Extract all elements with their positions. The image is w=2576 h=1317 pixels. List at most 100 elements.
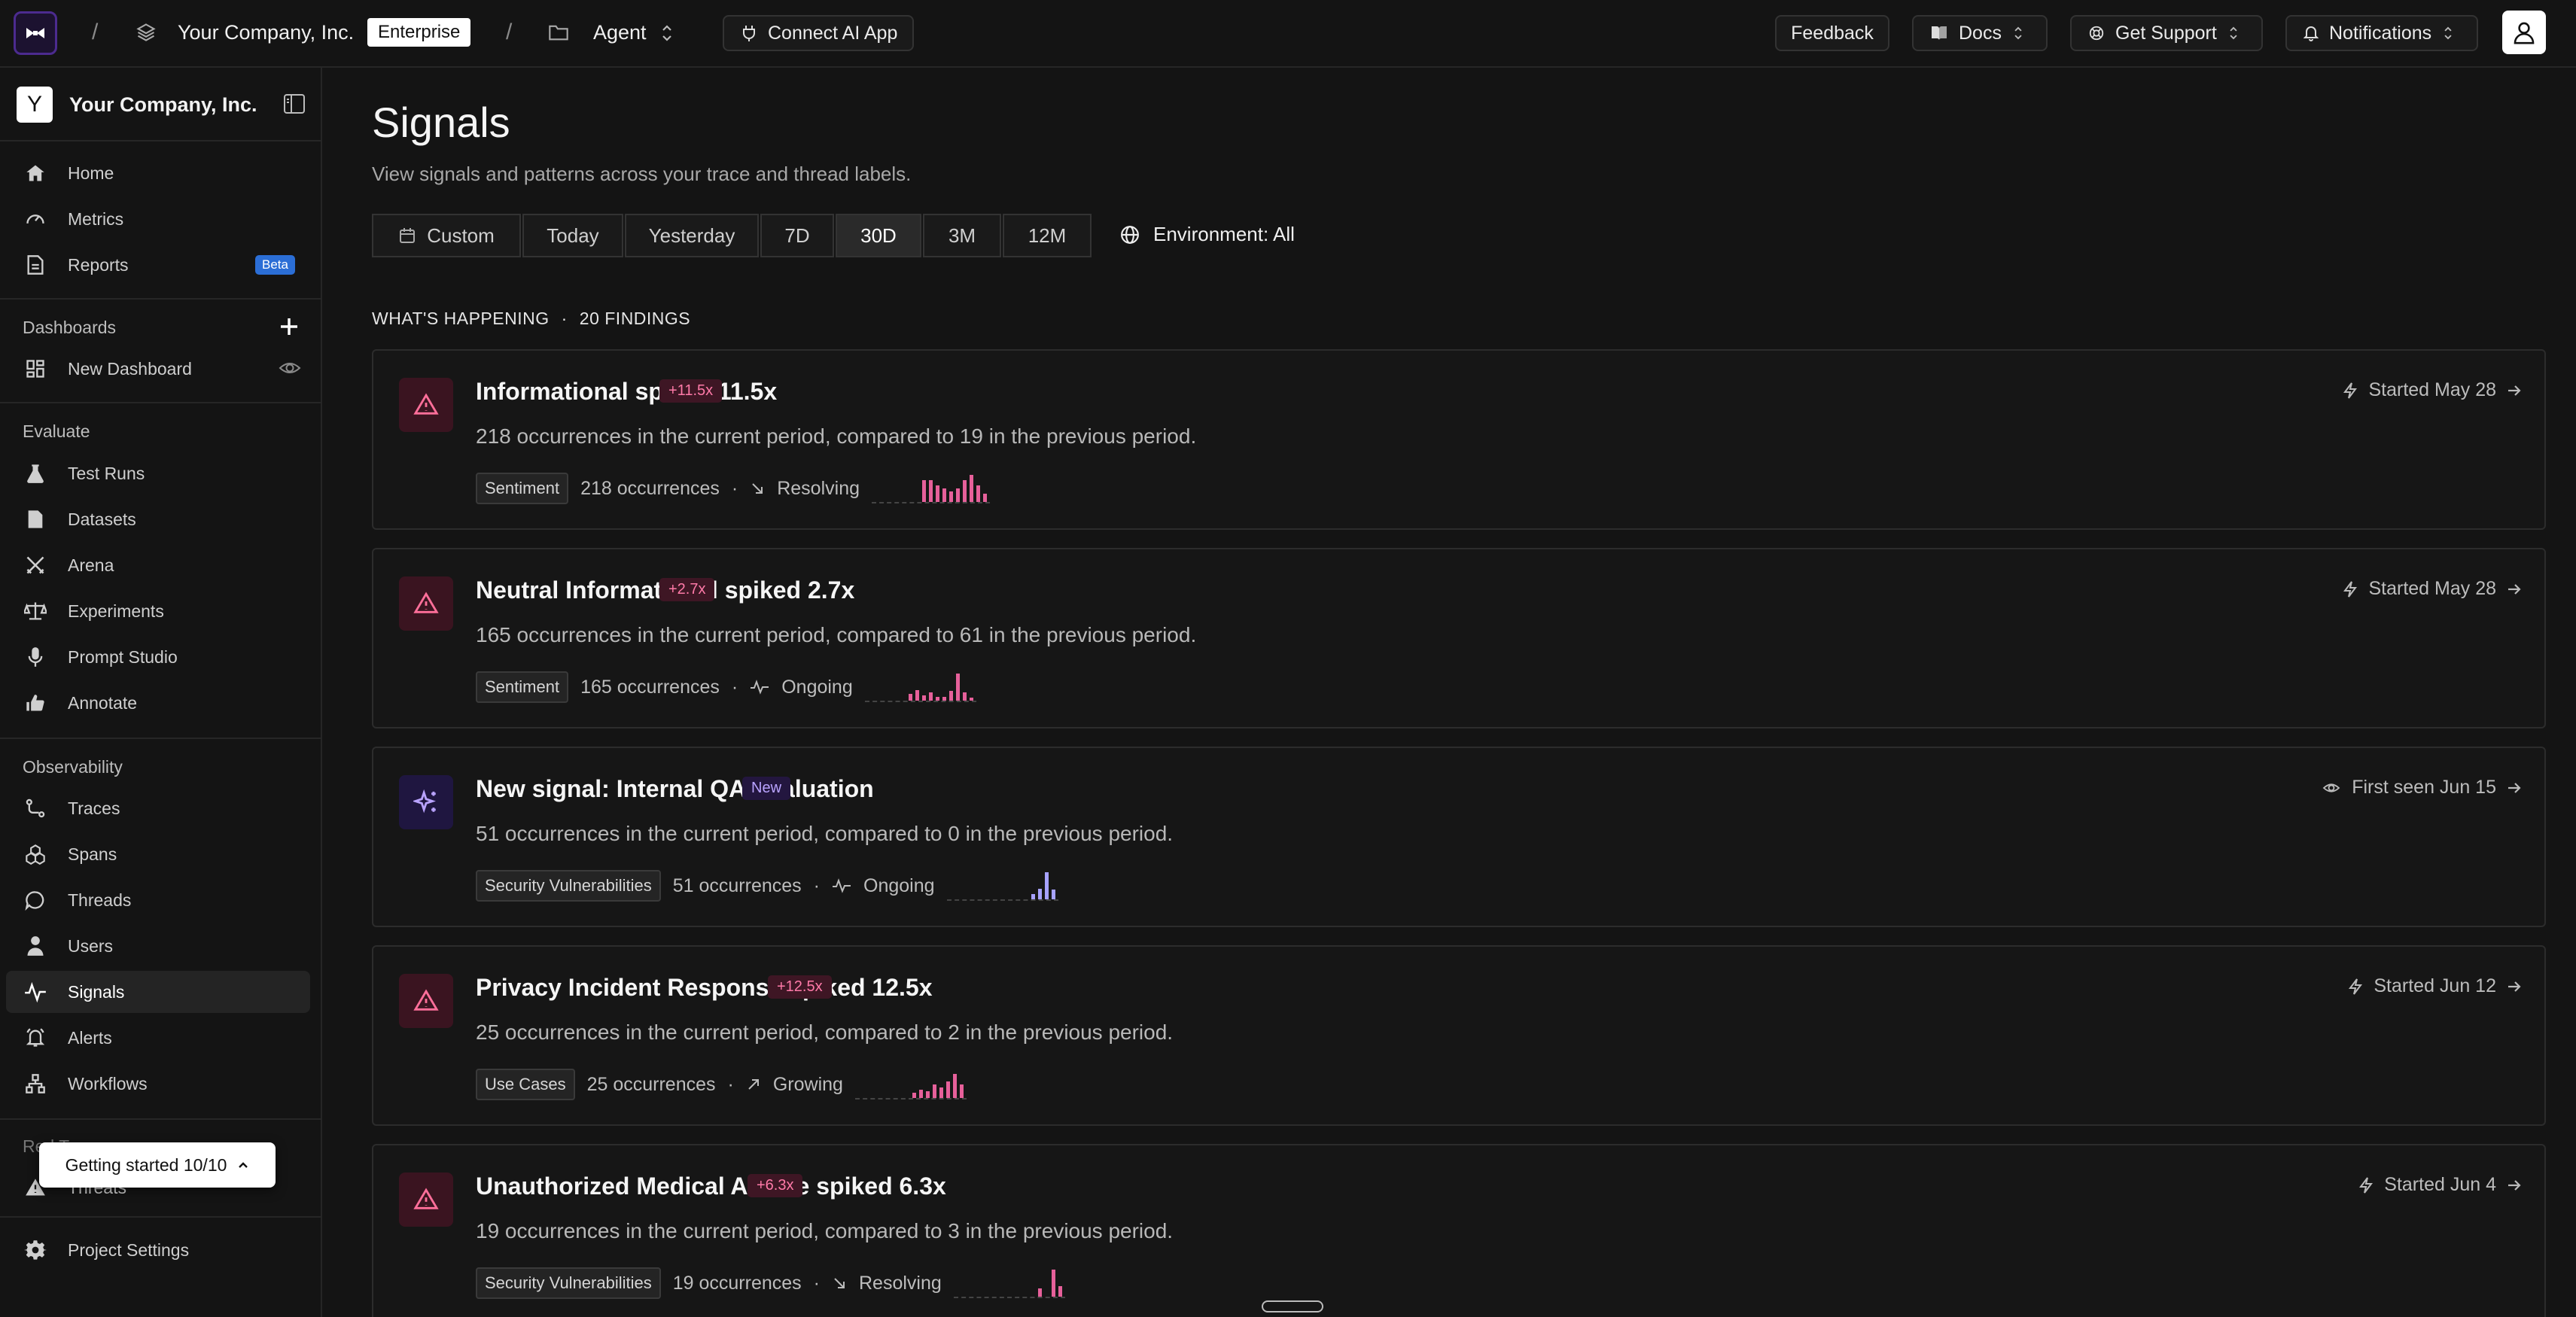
warning-triangle-icon — [399, 576, 453, 631]
sparkline — [953, 1268, 1065, 1298]
sparkline-bar — [915, 690, 919, 701]
scroll-indicator[interactable] — [1262, 1300, 1323, 1312]
new-badge: New — [742, 777, 791, 800]
sidebar-item-workflows[interactable]: Workflows — [6, 1063, 310, 1105]
sidebar-item-metrics[interactable]: Metrics — [6, 198, 310, 240]
warning-triangle-icon — [399, 1173, 453, 1227]
finding-meta: Security Vulnerabilities 19 occurrences … — [476, 1266, 1065, 1300]
sidebar-item-reports[interactable]: Reports Beta — [6, 244, 310, 286]
finding-title: Unauthorized Medical Advice spiked 6.3x — [476, 1173, 946, 1200]
sparkline-bar — [942, 697, 946, 701]
sparkline-bar — [912, 1093, 916, 1098]
finding-card[interactable]: Informational spiked 11.5x +11.5x 218 oc… — [372, 349, 2546, 530]
filter-label: Custom — [427, 224, 495, 247]
category-tag[interactable]: Security Vulnerabilities — [476, 870, 661, 902]
sparkline-bar — [956, 488, 960, 502]
calendar-icon — [398, 227, 416, 245]
sidebar-item-label: Threads — [68, 890, 132, 910]
connect-ai-app-button[interactable]: Connect AI App — [723, 15, 914, 51]
sidebar-item-traces[interactable]: Traces — [6, 787, 310, 829]
chevron-updown-icon[interactable] — [659, 23, 674, 44]
filter-today[interactable]: Today — [522, 214, 623, 257]
sidebar-toggle-icon[interactable] — [283, 93, 306, 114]
get-support-button[interactable]: Get Support — [2070, 15, 2263, 51]
section-title-dashboards: Dashboards — [23, 318, 117, 337]
trend-status: Resolving — [859, 1272, 942, 1294]
sidebar-item-label: Home — [68, 163, 114, 183]
sidebar-item-alerts[interactable]: Alerts — [6, 1017, 310, 1059]
finding-card[interactable]: Neutral Informational spiked 2.7x +2.7x … — [372, 548, 2546, 728]
finding-description: 25 occurrences in the current period, co… — [476, 1020, 1174, 1044]
sidebar-item-label: Annotate — [68, 692, 138, 713]
sidebar-item-new-dashboard[interactable]: New Dashboard — [6, 348, 310, 390]
finding-started[interactable]: Started May 28 — [2343, 379, 2522, 401]
filter-label: Today — [547, 224, 599, 247]
sidebar-item-project-settings[interactable]: Project Settings — [6, 1229, 310, 1271]
finding-card[interactable]: Unauthorized Medical Advice spiked 6.3x … — [372, 1144, 2546, 1317]
started-label: Started Jun 12 — [2374, 975, 2496, 996]
finding-card[interactable]: New signal: Internal QA Evaluation New 5… — [372, 747, 2546, 927]
add-dashboard-plus-icon[interactable] — [279, 316, 300, 337]
filter-30d[interactable]: 30D — [836, 214, 921, 257]
filter-custom[interactable]: Custom — [372, 214, 521, 257]
org-breadcrumb[interactable]: Your Company, Inc. — [178, 21, 354, 44]
sidebar-item-threads[interactable]: Threads — [6, 879, 310, 921]
feedback-label: Feedback — [1791, 22, 1874, 44]
sidebar-item-signals[interactable]: Signals — [6, 971, 310, 1013]
sidebar-item-prompt-studio[interactable]: Prompt Studio — [6, 636, 310, 678]
finding-started[interactable]: First seen Jun 15 — [2322, 777, 2522, 798]
sparkline-bar — [983, 494, 987, 502]
app-logo[interactable] — [14, 11, 57, 55]
sidebar-item-arena[interactable]: Arena — [6, 544, 310, 586]
environment-filter[interactable]: Environment: All — [1120, 223, 1295, 246]
org-switcher[interactable]: Y Your Company, Inc. — [17, 84, 306, 125]
docs-button[interactable]: Docs — [1912, 15, 2048, 51]
sparkline-bar — [963, 480, 967, 502]
eye-icon[interactable] — [279, 358, 301, 378]
sparkline-bar — [935, 697, 939, 701]
category-tag[interactable]: Sentiment — [476, 671, 569, 703]
route-icon — [23, 795, 48, 821]
sidebar-item-home[interactable]: Home — [6, 152, 310, 194]
sparkline-bar — [1037, 889, 1042, 899]
project-breadcrumb[interactable]: Agent — [593, 21, 647, 44]
sidebar-item-annotate[interactable]: Annotate — [6, 682, 310, 724]
filter-7d[interactable]: 7D — [760, 214, 834, 257]
occurrence-count: 25 occurrences — [586, 1073, 716, 1095]
sidebar-item-users[interactable]: Users — [6, 925, 310, 967]
spike-badge: +6.3x — [748, 1174, 803, 1197]
sidebar-item-label: Datasets — [68, 509, 136, 529]
feedback-button[interactable]: Feedback — [1775, 15, 1889, 51]
lightning-icon — [2343, 580, 2358, 598]
notifications-button[interactable]: Notifications — [2285, 15, 2478, 51]
sidebar: Y Your Company, Inc. Home Metrics Report… — [0, 68, 322, 1317]
sparkline — [872, 473, 990, 503]
sparkline-bar — [925, 1091, 930, 1098]
finding-started[interactable]: Started Jun 4 — [2358, 1174, 2522, 1196]
getting-started-button[interactable]: Getting started 10/10 — [39, 1142, 276, 1188]
sidebar-item-test-runs[interactable]: Test Runs — [6, 452, 310, 494]
file-icon — [23, 506, 48, 532]
finding-started[interactable]: Started Jun 12 — [2348, 975, 2522, 997]
eye-icon — [2322, 780, 2341, 795]
sparkline-bar — [1058, 1286, 1062, 1297]
occurrence-count: 19 occurrences — [672, 1272, 802, 1294]
filter-12m[interactable]: 12M — [1003, 214, 1092, 257]
finding-started[interactable]: Started May 28 — [2343, 578, 2522, 600]
sidebar-item-spans[interactable]: Spans — [6, 833, 310, 875]
sidebar-item-experiments[interactable]: Experiments — [6, 590, 310, 632]
category-tag[interactable]: Sentiment — [476, 473, 569, 504]
finding-card[interactable]: Privacy Incident Response spiked 12.5x +… — [372, 945, 2546, 1126]
started-label: Started Jun 4 — [2384, 1174, 2496, 1195]
user-avatar-button[interactable] — [2502, 11, 2546, 54]
sparkline-bar — [939, 1087, 943, 1098]
filter-yesterday[interactable]: Yesterday — [625, 214, 759, 257]
category-tag[interactable]: Use Cases — [476, 1069, 575, 1100]
filter-label: 12M — [1028, 224, 1067, 247]
category-tag[interactable]: Security Vulnerabilities — [476, 1267, 661, 1299]
sidebar-item-datasets[interactable]: Datasets — [6, 498, 310, 540]
filter-3m[interactable]: 3M — [923, 214, 1001, 257]
sparkle-icon — [399, 775, 453, 829]
started-label: Started May 28 — [2368, 578, 2496, 599]
occurrence-count: 218 occurrences — [580, 477, 720, 499]
